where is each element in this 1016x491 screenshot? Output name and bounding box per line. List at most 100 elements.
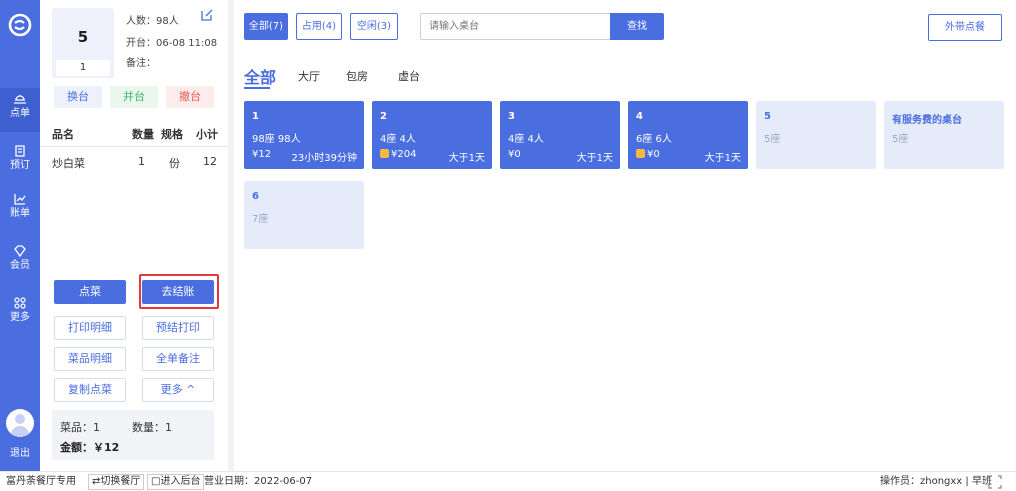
table-card-seats: 5座 [764, 134, 781, 145]
open-time: 开台：06-08 11:08 [126, 38, 218, 49]
item-spec: 份 [169, 157, 180, 170]
app-logo-icon[interactable] [8, 13, 32, 37]
nav-label: 更多 [10, 312, 30, 323]
filter-free[interactable]: 空闲(3) [350, 13, 398, 40]
exit-button[interactable]: 退出 [0, 444, 40, 459]
nav-label: 会员 [10, 260, 30, 271]
item-subtotal: 12 [203, 155, 217, 168]
people-count: 人数：98人 [126, 16, 179, 27]
table-card-name: 6 [252, 191, 259, 202]
table-card-amount-row: ¥0 [508, 149, 521, 160]
switch-restaurant-button[interactable]: ⇄切换餐厅 [88, 474, 145, 490]
table-card-duration: 大于1天 [576, 153, 613, 164]
nav-item-reserve[interactable]: 预订 [0, 140, 40, 184]
col-spec: 规格 [161, 128, 183, 141]
table-area: 全部(7) 占用(4) 空闲(3) 查找 外带点餐 全部 大厅 包房 虚台 1 9… [234, 0, 1016, 471]
table-card-amount: ¥0 [508, 149, 521, 160]
table-card-amount-row: ¥204 [380, 149, 416, 160]
member-coin-icon [636, 149, 645, 158]
remark: 备注： [126, 58, 156, 69]
summary-quantity: 数量：1 [132, 421, 172, 434]
add-dish-button[interactable]: 点菜 [54, 280, 126, 304]
table-card-duration: 23小时39分钟 [291, 153, 357, 164]
nav-item-order[interactable]: 点单 [0, 88, 40, 132]
order-icon [14, 95, 26, 104]
nav-item-more[interactable]: 更多 [0, 292, 40, 336]
filter-occupied[interactable]: 占用(4) [296, 13, 342, 40]
current-table-block: 5 1 [52, 8, 114, 78]
order-panel: 5 1 人数：98人 开台：06-08 11:08 备注： 换台 并台 撤台 品… [40, 0, 228, 471]
order-remark-button[interactable]: 全单备注 [142, 347, 214, 371]
enter-backend-button[interactable]: □进入后台 [147, 474, 205, 490]
edit-icon[interactable] [200, 8, 214, 22]
order-summary: 菜品：1 数量：1 金额：￥12 [52, 410, 214, 460]
more-button[interactable]: 更多 ^ [142, 378, 214, 402]
summary-dishes: 菜品：1 [60, 421, 100, 434]
prepay-print-button[interactable]: 预结打印 [142, 316, 214, 340]
bill-chart-icon [14, 194, 26, 205]
checkout-button[interactable]: 去结账 [142, 280, 214, 304]
col-subtotal: 小计 [196, 128, 218, 141]
table-number: 5 [77, 28, 89, 46]
area-tab-private-room[interactable]: 包房 [346, 68, 368, 84]
active-tab-underline [244, 87, 270, 89]
table-card-amount: ¥204 [391, 149, 417, 160]
business-date: 营业日期：2022-06-07 [204, 476, 313, 487]
table-card[interactable]: 2 4座 4人 ¥204 大于1天 [372, 101, 492, 169]
member-coin-icon [380, 149, 389, 158]
table-card-duration: 大于1天 [704, 153, 741, 164]
table-card-name: 2 [380, 111, 387, 122]
table-card-name: 1 [252, 111, 259, 122]
nav-item-members[interactable]: 会员 [0, 240, 40, 284]
dish-detail-button[interactable]: 菜品明细 [54, 347, 126, 371]
operator-info: 操作员：zhongxx | 早班 [880, 476, 992, 487]
copy-order-button[interactable]: 复制点菜 [54, 378, 126, 402]
reserve-icon [15, 145, 25, 157]
table-card-amount: ¥12 [252, 149, 272, 160]
filter-all[interactable]: 全部(7) [244, 13, 288, 40]
nav-label: 账单 [10, 208, 30, 219]
item-qty: 1 [138, 155, 145, 168]
table-card-name: 3 [508, 111, 515, 122]
print-detail-button[interactable]: 打印明细 [54, 316, 126, 340]
member-diamond-icon [14, 245, 26, 258]
shop-name: 富丹荼餐厅专用 [6, 476, 76, 487]
table-card-seats: 5座 [892, 134, 909, 145]
fullscreen-icon[interactable] [988, 475, 1002, 489]
sub-order-count: 1 [56, 60, 110, 76]
search-button[interactable]: 查找 [610, 13, 664, 40]
table-card[interactable]: 有服务费的桌台 5座 [884, 101, 1004, 169]
header-divider [40, 146, 228, 147]
user-avatar[interactable] [6, 409, 34, 437]
table-card[interactable]: 3 4座 4人 ¥0 大于1天 [500, 101, 620, 169]
more-grid-icon [14, 297, 26, 309]
area-tab-virtual[interactable]: 虚台 [398, 68, 420, 84]
table-card-name: 4 [636, 111, 643, 122]
table-card-amount: ¥0 [647, 149, 660, 160]
status-bar: 富丹荼餐厅专用 ⇄切换餐厅 □进入后台 营业日期：2022-06-07 操作员：… [0, 471, 1016, 491]
table-card[interactable]: 1 98座 98人 ¥12 23小时39分钟 [244, 101, 364, 169]
table-card-seats: 4座 4人 [508, 134, 544, 145]
area-tab-hall[interactable]: 大厅 [298, 68, 320, 84]
nav-label: 点单 [10, 108, 30, 119]
table-card-seats: 98座 98人 [252, 134, 301, 145]
table-card-name: 有服务费的桌台 [892, 115, 962, 126]
table-card-seats: 4座 4人 [380, 134, 416, 145]
cancel-table-button[interactable]: 撤台 [166, 86, 214, 108]
table-card-seats: 7座 [252, 214, 269, 225]
col-name: 品名 [52, 128, 74, 141]
left-nav: 点单 预订 账单 会员 更多 退出 [0, 0, 40, 471]
table-card[interactable]: 4 6座 6人 ¥0 大于1天 [628, 101, 748, 169]
table-card-seats: 6座 6人 [636, 134, 672, 145]
item-name: 炒白菜 [52, 157, 85, 170]
merge-table-button[interactable]: 并台 [110, 86, 158, 108]
nav-label: 预订 [10, 160, 30, 171]
change-table-button[interactable]: 换台 [54, 86, 102, 108]
col-qty: 数量 [132, 128, 154, 141]
summary-amount: 金额：￥12 [60, 441, 120, 454]
area-tab-all[interactable]: 全部 [244, 64, 276, 88]
nav-item-bills[interactable]: 账单 [0, 188, 40, 232]
table-card[interactable]: 6 7座 [244, 181, 364, 249]
table-card[interactable]: 5 5座 [756, 101, 876, 169]
takeout-button[interactable]: 外带点餐 [928, 14, 1002, 41]
